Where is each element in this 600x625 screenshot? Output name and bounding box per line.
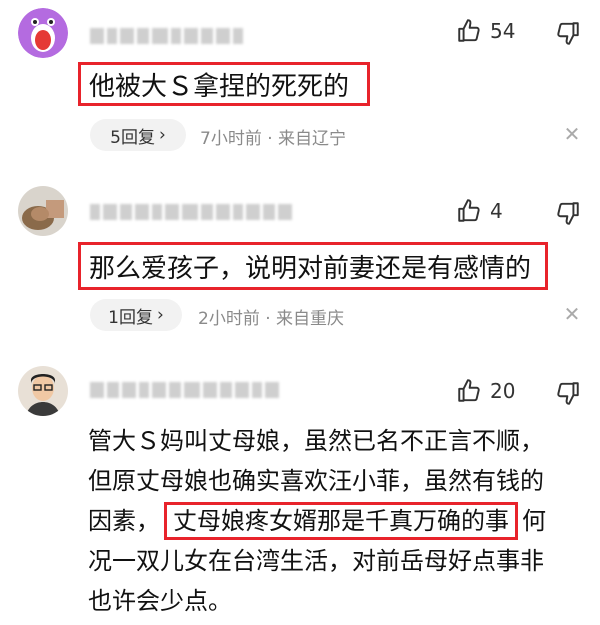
thumbs-down-icon [557, 382, 579, 405]
comment-line: 也许会少点。 [88, 587, 232, 615]
timestamp: 2小时前 [198, 309, 260, 329]
view-replies-button[interactable]: 5回复 › [90, 119, 186, 151]
meta-separator: · [259, 309, 277, 329]
chevron-right-icon: › [159, 125, 166, 145]
like-button[interactable]: 4 [456, 198, 503, 224]
comment-text: 管大Ｓ妈叫丈母娘，虽然已名不正言不顺， 但原丈母娘也确实喜欢汪小菲，虽然有钱的 … [88, 421, 596, 621]
like-button[interactable]: 20 [456, 378, 515, 404]
dislike-button[interactable] [555, 200, 581, 226]
thumbs-up-icon [458, 19, 480, 42]
close-icon[interactable]: ✕ [562, 302, 582, 326]
replies-label: 5回复 [110, 127, 155, 148]
comment-line-part: 何 [522, 507, 546, 535]
comment-line-part: 因素， [88, 507, 160, 535]
location: 来自重庆 [276, 309, 345, 329]
location: 来自辽宁 [278, 129, 347, 149]
username-blurred[interactable] [90, 204, 292, 220]
comment-meta: 2小时前 · 来自重庆 [198, 304, 344, 329]
dislike-button[interactable] [555, 380, 581, 406]
username-blurred[interactable] [90, 28, 243, 44]
meta-separator: · [261, 129, 279, 149]
timestamp: 7小时前 [200, 129, 262, 149]
avatar[interactable] [18, 366, 68, 416]
thumbs-up-icon [458, 379, 480, 402]
like-count: 54 [490, 19, 516, 43]
like-count: 20 [490, 379, 516, 403]
username-blurred[interactable] [90, 382, 279, 398]
comment-line: 管大Ｓ妈叫丈母娘，虽然已名不正言不顺， [88, 427, 544, 455]
avatar[interactable] [18, 8, 68, 58]
thumbs-down-icon [557, 22, 579, 45]
thumbs-up-icon [458, 199, 480, 222]
view-replies-button[interactable]: 1回复 › [90, 299, 182, 331]
comment-line: 但原丈母娘也确实喜欢汪小菲，虽然有钱的 [88, 467, 544, 495]
comment-meta: 7小时前 · 来自辽宁 [200, 124, 346, 149]
avatar[interactable] [18, 186, 68, 236]
comment-text: 他被大Ｓ拿捏的死死的 [78, 62, 370, 106]
close-icon[interactable]: ✕ [562, 122, 582, 146]
thumbs-down-icon [557, 202, 579, 225]
comment-line: 况一双儿女在台湾生活，对前岳母好点事非 [88, 547, 544, 575]
like-button[interactable]: 54 [456, 18, 515, 44]
like-count: 4 [490, 199, 503, 223]
comment-line: 因素， 丈母娘疼女婿那是千真万确的事何 [88, 501, 596, 541]
replies-label: 1回复 [108, 307, 153, 328]
chevron-right-icon: › [157, 305, 164, 325]
highlighted-text: 丈母娘疼女婿那是千真万确的事 [164, 502, 518, 540]
dislike-button[interactable] [555, 20, 581, 46]
comment-text: 那么爱孩子，说明对前妻还是有感情的 [78, 242, 548, 290]
